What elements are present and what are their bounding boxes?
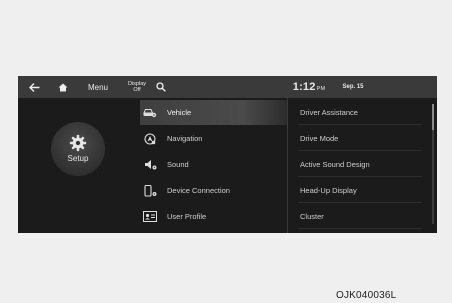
gear-icon bbox=[69, 134, 87, 151]
submenu-item-head-up-display[interactable]: Head-Up Display bbox=[290, 178, 424, 203]
clock: 1:12 PM bbox=[286, 76, 332, 98]
display-off-label-line2: Off bbox=[133, 87, 141, 93]
panel-divider bbox=[287, 98, 288, 233]
clock-time: 1:12 bbox=[292, 81, 316, 93]
date-label: Sep. 15 bbox=[342, 84, 364, 90]
phone-link-icon bbox=[143, 184, 157, 197]
menu-item-sound[interactable]: Sound bbox=[140, 152, 287, 177]
setup-menu-list: Vehicle Navigation Sound Device Connecti… bbox=[140, 98, 287, 233]
search-icon[interactable] bbox=[152, 76, 170, 98]
display-off-button[interactable]: Display Off bbox=[122, 76, 152, 98]
submenu-item-driver-assistance[interactable]: Driver Assistance bbox=[290, 100, 424, 125]
top-bar: Menu Display Off 1:12 PM Sep. 15 bbox=[18, 76, 437, 98]
menu-button[interactable]: Menu bbox=[78, 76, 118, 98]
submenu-scrollbar[interactable] bbox=[432, 104, 434, 224]
car-gear-icon bbox=[143, 107, 157, 119]
setup-panel: Setup bbox=[18, 98, 140, 233]
home-icon[interactable] bbox=[54, 76, 72, 98]
submenu-item-drive-mode[interactable]: Drive Mode bbox=[290, 126, 424, 151]
submenu-item-active-sound-design[interactable]: Active Sound Design bbox=[290, 152, 424, 177]
menu-item-label: Vehicle bbox=[167, 108, 192, 117]
menu-item-label: Sound bbox=[167, 160, 189, 169]
infotainment-screen: Menu Display Off 1:12 PM Sep. 15 Setup V… bbox=[18, 76, 437, 233]
vehicle-submenu-list: Driver Assistance Drive Mode Active Soun… bbox=[290, 98, 437, 233]
menu-item-user-profile[interactable]: User Profile bbox=[140, 204, 287, 229]
profile-card-icon bbox=[143, 211, 157, 223]
menu-item-vehicle[interactable]: Vehicle bbox=[140, 100, 287, 125]
submenu-item-cluster[interactable]: Cluster bbox=[290, 204, 424, 229]
menu-item-device-connection[interactable]: Device Connection bbox=[140, 178, 287, 203]
speaker-icon bbox=[143, 159, 157, 171]
figure-code: OJK040036L bbox=[336, 290, 397, 301]
setup-button[interactable]: Setup bbox=[51, 122, 105, 176]
back-arrow-icon[interactable] bbox=[24, 76, 44, 98]
scrollbar-thumb[interactable] bbox=[432, 104, 434, 130]
menu-item-label: Device Connection bbox=[167, 186, 230, 195]
menu-item-label: User Profile bbox=[167, 212, 207, 221]
menu-item-label: Navigation bbox=[167, 134, 203, 143]
clock-ampm: PM bbox=[316, 85, 326, 92]
setup-label: Setup bbox=[67, 153, 89, 163]
navigation-icon bbox=[143, 132, 157, 145]
menu-item-navigation[interactable]: Navigation bbox=[140, 126, 287, 151]
